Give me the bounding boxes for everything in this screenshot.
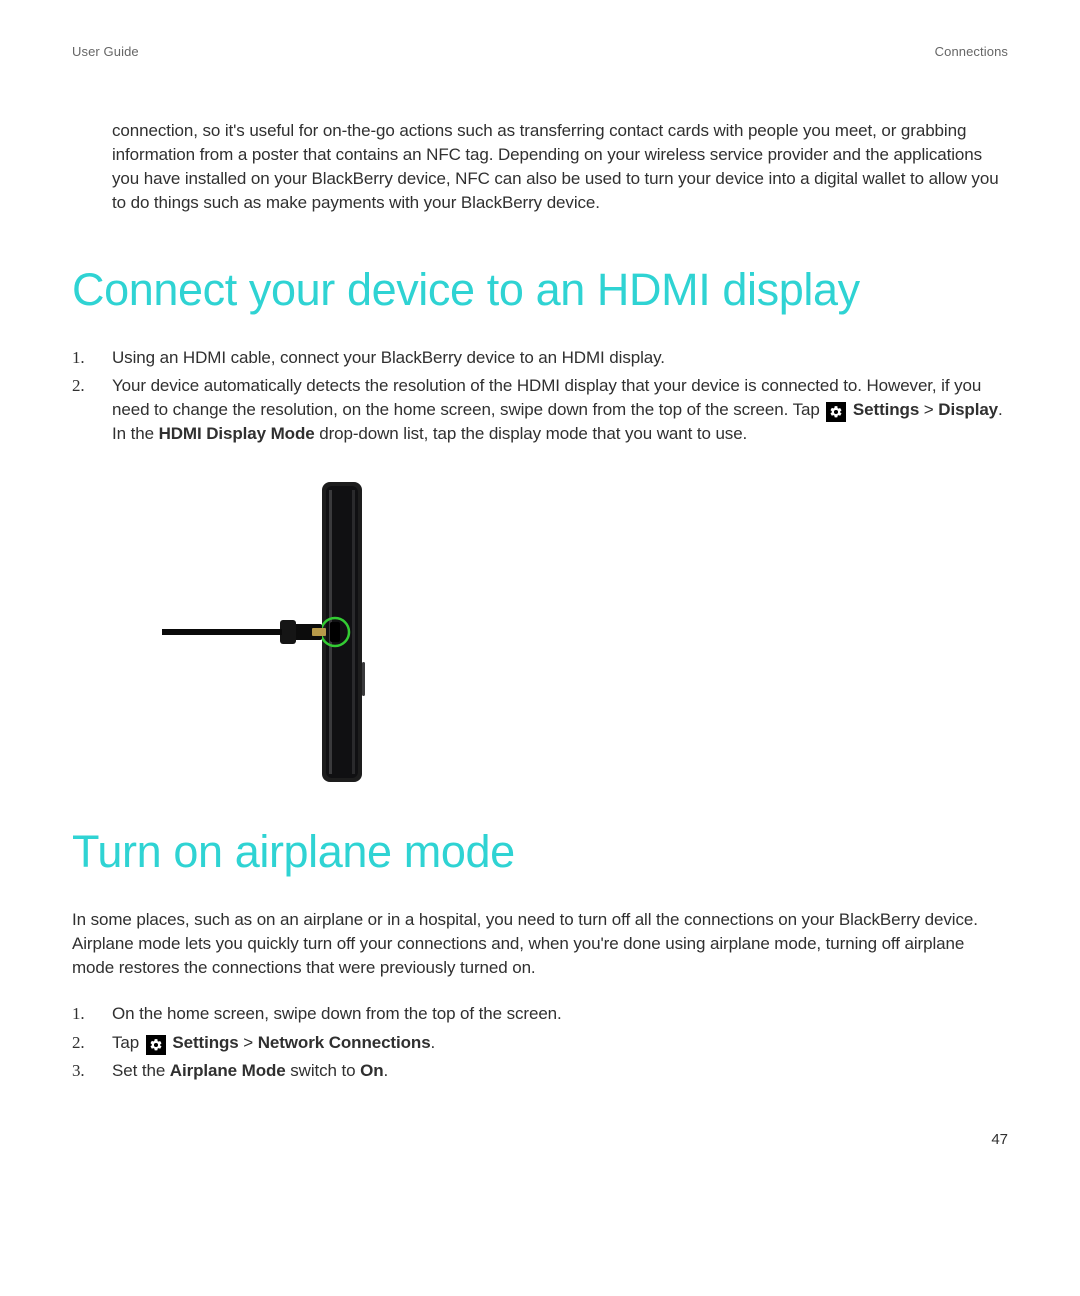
airplane-step-2: Tap Settings > Network Connections. xyxy=(72,1031,1008,1055)
network-connections-label: Network Connections xyxy=(258,1033,431,1052)
airplane-step-3: Set the Airplane Mode switch to On. xyxy=(72,1059,1008,1083)
sep: > xyxy=(239,1033,258,1052)
header-left: User Guide xyxy=(72,44,139,59)
step-text: . xyxy=(431,1033,436,1052)
hdmi-connection-figure xyxy=(162,476,1008,786)
step-text: drop-down list, tap the display mode tha… xyxy=(315,424,748,443)
step-text: . xyxy=(384,1061,389,1080)
settings-gear-icon xyxy=(826,402,846,422)
nfc-continuation-paragraph: connection, so it's useful for on-the-go… xyxy=(112,119,1008,216)
airplane-steps-list: On the home screen, swipe down from the … xyxy=(72,1002,1008,1082)
hdmi-step-2: Your device automatically detects the re… xyxy=(72,374,1008,446)
display-label: Display xyxy=(938,400,998,419)
sep: > xyxy=(919,400,938,419)
settings-label: Settings xyxy=(172,1033,238,1052)
settings-gear-icon xyxy=(146,1035,166,1055)
step-text: switch to xyxy=(286,1061,360,1080)
step-text: Your device automatically detects the re… xyxy=(112,376,981,419)
header-right: Connections xyxy=(935,44,1008,59)
step-text: Tap xyxy=(112,1033,144,1052)
airplane-intro-paragraph: In some places, such as on an airplane o… xyxy=(72,908,1008,980)
hdmi-steps-list: Using an HDMI cable, connect your BlackB… xyxy=(72,346,1008,447)
page-header: User Guide Connections xyxy=(72,44,1008,59)
hdmi-display-mode-label: HDMI Display Mode xyxy=(159,424,315,443)
airplane-mode-label: Airplane Mode xyxy=(170,1061,286,1080)
page-number: 47 xyxy=(991,1131,1008,1148)
heading-airplane: Turn on airplane mode xyxy=(72,826,1008,878)
airplane-step-1: On the home screen, swipe down from the … xyxy=(72,1002,1008,1026)
settings-label: Settings xyxy=(853,400,919,419)
on-label: On xyxy=(360,1061,383,1080)
heading-hdmi: Connect your device to an HDMI display xyxy=(72,264,1008,316)
step-text: Set the xyxy=(112,1061,170,1080)
hdmi-step-1: Using an HDMI cable, connect your BlackB… xyxy=(72,346,1008,370)
